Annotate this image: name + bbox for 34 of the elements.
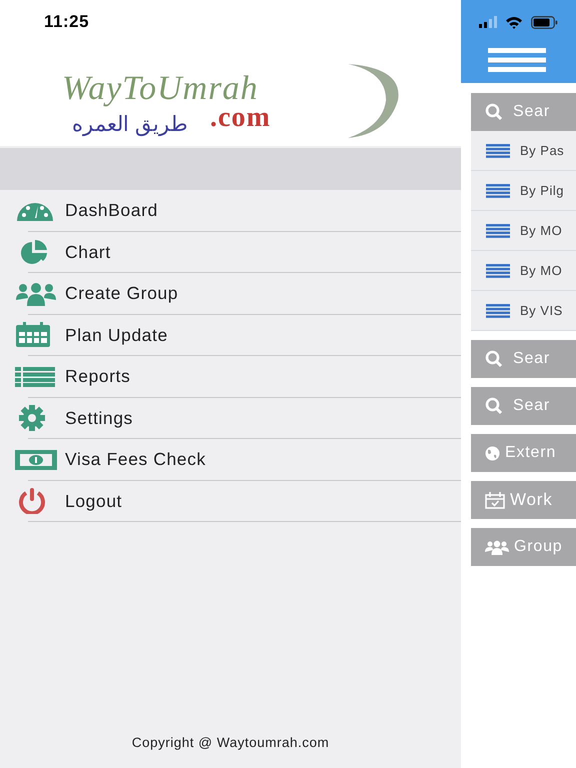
list-item[interactable]: By MO	[471, 251, 576, 291]
calendar-icon	[15, 322, 51, 348]
menu-item[interactable]: Settings	[0, 398, 461, 439]
menu-item[interactable]: Create Group	[0, 273, 461, 314]
list-icon	[486, 144, 510, 158]
calendar-icon	[485, 492, 505, 508]
status-time: 11:25	[43, 11, 90, 33]
list-item[interactable]: By MO	[471, 211, 576, 251]
banknote-icon	[15, 450, 57, 470]
group-icon	[485, 540, 509, 554]
menu-item[interactable]: Reports	[0, 356, 461, 398]
battery-icon	[531, 16, 558, 28]
search-icon	[485, 103, 503, 121]
menu-icon[interactable]	[488, 48, 546, 72]
menu-item[interactable]: Chart	[0, 232, 461, 273]
copyright-text: Copyright @ Waytoumrah.com	[130, 735, 330, 752]
list-icon	[486, 304, 510, 318]
signal-icon	[479, 16, 497, 28]
search-icon	[485, 397, 503, 415]
globe-icon	[485, 446, 500, 460]
list-icon	[15, 366, 55, 387]
wifi-icon	[505, 16, 523, 28]
list-icon	[486, 264, 510, 278]
list-icon	[486, 184, 510, 198]
menu-item[interactable]: DashBoard	[0, 190, 461, 232]
list-item[interactable]: By Pilg	[471, 171, 576, 211]
menu-item[interactable]: Plan Update	[0, 314, 461, 356]
list-item[interactable]: By VIS	[471, 291, 576, 331]
list-item[interactable]: By Pas	[471, 131, 576, 171]
menu-item[interactable]: Logout	[0, 480, 461, 522]
group-icon	[15, 282, 57, 306]
list-icon	[486, 224, 510, 238]
menu-item[interactable]: Visa Fees Check	[0, 439, 461, 480]
search-icon	[485, 350, 503, 368]
